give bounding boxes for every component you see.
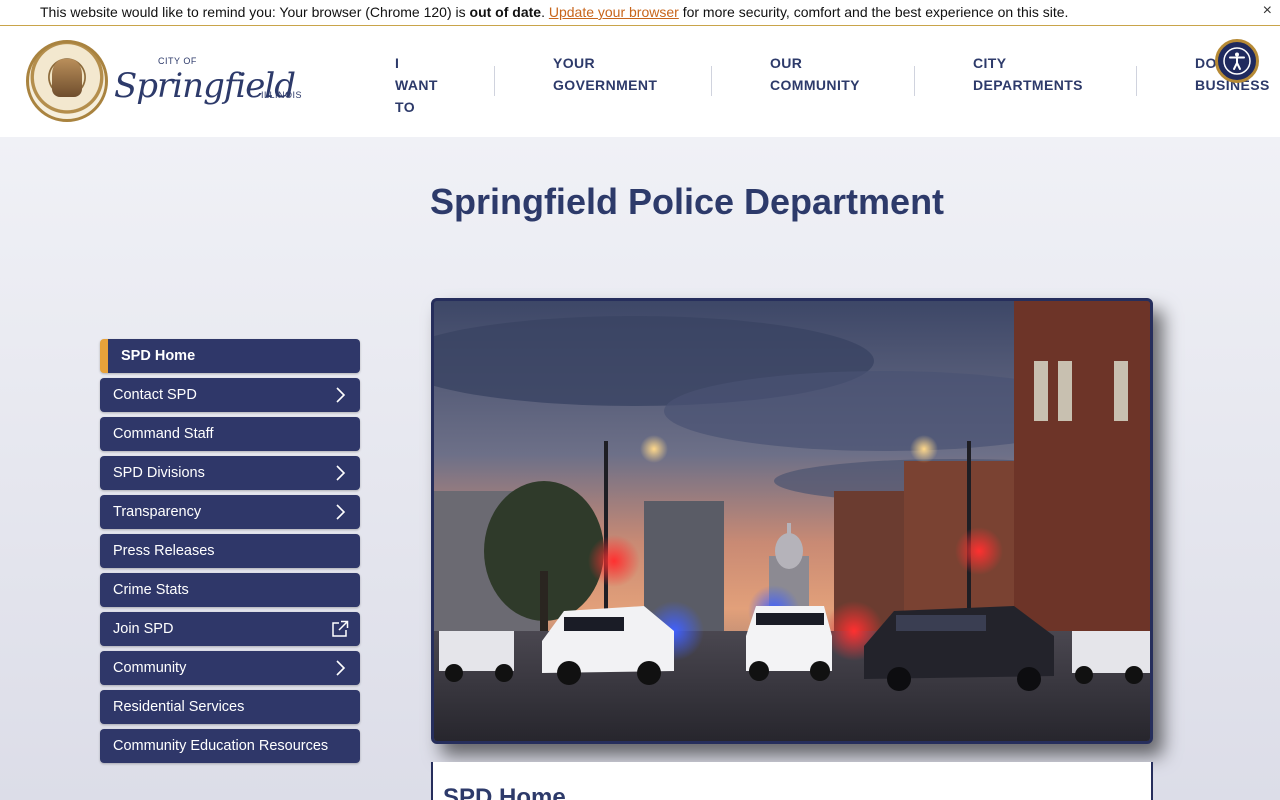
accessibility-button[interactable]	[1215, 39, 1259, 83]
side-nav-spd-home[interactable]: SPD Home	[100, 339, 360, 373]
side-nav-label: Community Education Resources	[113, 738, 329, 754]
page-title: Springfield Police Department	[429, 181, 945, 222]
side-nav-spd-divisions[interactable]: SPD Divisions	[100, 456, 360, 490]
banner-close-icon[interactable]: ×	[1263, 0, 1272, 22]
banner-text-dot: .	[541, 4, 549, 20]
city-wordmark: CITY OF Springfield ILLINOIS	[114, 50, 302, 110]
side-nav-crime-stats[interactable]: Crime Stats	[100, 573, 360, 607]
hero-image	[431, 298, 1153, 744]
side-nav-residential-services[interactable]: Residential Services	[100, 690, 360, 724]
nav-i-want-to[interactable]: I WANT TO	[395, 52, 438, 118]
city-logo[interactable]: CITY OF Springfield ILLINOIS	[26, 40, 302, 124]
logo-state: ILLINOIS	[261, 90, 303, 100]
accessibility-icon	[1223, 47, 1251, 75]
content-heading: SPD Home	[443, 784, 566, 800]
side-nav-community[interactable]: Community	[100, 651, 360, 685]
chevron-right-icon	[336, 387, 346, 403]
police-cars-photo	[434, 301, 1150, 741]
nav-city-departments[interactable]: CITY DEPARTMENTS	[973, 52, 1083, 96]
logo-name: Springfield	[114, 66, 296, 106]
side-nav-community-education[interactable]: Community Education Resources	[100, 729, 360, 763]
side-nav-press-releases[interactable]: Press Releases	[100, 534, 360, 568]
side-nav-label: Press Releases	[113, 543, 215, 559]
side-nav-label: Join SPD	[113, 621, 174, 637]
nav-your-government[interactable]: YOUR GOVERNMENT	[553, 52, 657, 96]
update-browser-link[interactable]: Update your browser	[549, 4, 679, 20]
chevron-right-icon	[336, 504, 346, 520]
side-nav-command-staff[interactable]: Command Staff	[100, 417, 360, 451]
external-link-icon	[332, 620, 349, 637]
banner-text-suffix: for more security, comfort and the best …	[678, 4, 1069, 20]
logo-city-of: CITY OF	[158, 56, 197, 66]
browser-update-banner: This website would like to remind you: Y…	[0, 0, 1280, 26]
side-nav-label: Community	[113, 660, 187, 676]
side-nav-label: Transparency	[113, 504, 202, 520]
side-nav: SPD Home Contact SPD Command Staff SPD D…	[100, 339, 360, 768]
banner-text-bold: out of date	[469, 4, 542, 20]
site-header: CITY OF Springfield ILLINOIS I WANT TO Y…	[0, 26, 1280, 137]
chevron-right-icon	[336, 660, 346, 676]
side-nav-label: SPD Divisions	[113, 465, 205, 481]
chevron-right-icon	[336, 465, 346, 481]
page-body: Springfield Police Department SPD Home C…	[0, 137, 1280, 800]
content-card: SPD Home	[431, 762, 1153, 800]
side-nav-label: Command Staff	[113, 426, 214, 442]
side-nav-label: Contact SPD	[113, 387, 197, 403]
side-nav-label: SPD Home	[121, 348, 196, 364]
side-nav-label: Residential Services	[113, 699, 245, 715]
city-seal-icon	[26, 40, 108, 122]
banner-text-prefix: This website would like to remind you: Y…	[40, 4, 470, 20]
side-nav-contact-spd[interactable]: Contact SPD	[100, 378, 360, 412]
side-nav-join-spd[interactable]: Join SPD	[100, 612, 360, 646]
nav-our-community[interactable]: OUR COMMUNITY	[770, 52, 860, 96]
side-nav-label: Crime Stats	[113, 582, 189, 598]
side-nav-transparency[interactable]: Transparency	[100, 495, 360, 529]
